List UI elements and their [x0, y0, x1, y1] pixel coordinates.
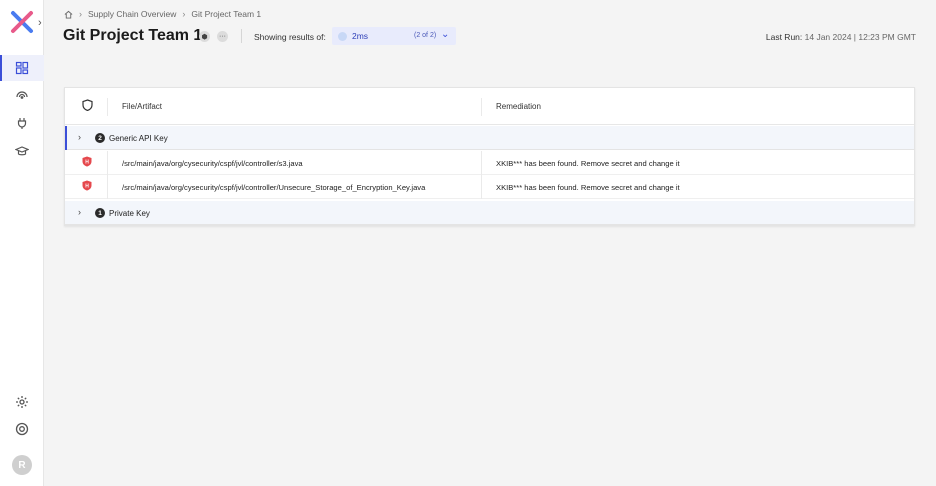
column-divider: [107, 151, 108, 175]
header-divider: [241, 29, 242, 43]
high-severity-icon: H: [82, 156, 92, 167]
column-divider: [481, 151, 482, 175]
sidebar-item-integrations[interactable]: [0, 110, 44, 136]
sidebar-item-dashboard[interactable]: [0, 55, 44, 81]
repo-icon[interactable]: ⬢: [199, 31, 210, 42]
result-selector[interactable]: 2ms (2 of 2) ⌄: [332, 27, 456, 45]
table-header: File/Artifact Remediation: [65, 88, 914, 125]
file-path[interactable]: /src/main/java/org/cysecurity/cspf/jvl/c…: [122, 159, 303, 168]
sidebar-item-signal[interactable]: [0, 82, 44, 108]
column-header-file[interactable]: File/Artifact: [122, 102, 162, 111]
sidebar-item-help[interactable]: [0, 416, 44, 442]
selected-result: 2ms: [352, 31, 369, 41]
sidebar-expand-icon[interactable]: ›: [38, 17, 48, 29]
breadcrumb-separator-icon: ›: [79, 9, 82, 19]
signal-icon: [16, 91, 28, 99]
more-options-icon[interactable]: ···: [217, 31, 228, 42]
file-path[interactable]: /src/main/java/org/cysecurity/cspf/jvl/c…: [122, 183, 425, 192]
svg-text:H: H: [85, 159, 89, 165]
column-header-remediation[interactable]: Remediation: [496, 102, 541, 111]
group-count-badge: 1: [95, 208, 105, 218]
chevron-down-icon: ⌄: [441, 29, 450, 40]
group-name: Generic API Key: [109, 134, 168, 143]
breadcrumb: › Supply Chain Overview › Git Project Te…: [64, 8, 261, 20]
help-icon: [15, 422, 29, 436]
findings-table: File/Artifact Remediation › 2 Generic AP…: [64, 87, 915, 226]
user-avatar[interactable]: R: [12, 455, 32, 475]
column-divider: [481, 175, 482, 199]
home-icon[interactable]: [64, 10, 73, 19]
column-divider: [107, 175, 108, 199]
chevron-right-icon[interactable]: ›: [78, 132, 81, 142]
table-row[interactable]: H /src/main/java/org/cysecurity/cspf/jvl…: [65, 151, 914, 175]
breadcrumb-current: Git Project Team 1: [191, 9, 262, 19]
page-title: Git Project Team 1: [63, 27, 203, 44]
sidebar-item-learning[interactable]: [0, 138, 44, 164]
column-divider: [481, 98, 482, 116]
result-count: (2 of 2): [414, 32, 437, 39]
showing-results-label: Showing results of:: [254, 32, 326, 42]
table-row[interactable]: H /src/main/java/org/cysecurity/cspf/jvl…: [65, 175, 914, 199]
sidebar-item-settings[interactable]: [0, 389, 44, 415]
shield-icon: [82, 99, 93, 111]
chevron-right-icon[interactable]: ›: [78, 207, 81, 217]
breadcrumb-separator-icon: ›: [182, 9, 186, 19]
high-severity-icon: H: [82, 180, 92, 191]
group-row-generic-api-key[interactable]: › 2 Generic API Key: [65, 126, 914, 150]
group-row-private-key[interactable]: › 1 Private Key: [65, 201, 914, 225]
column-divider: [107, 98, 108, 116]
group-name: Private Key: [109, 209, 150, 218]
scanner-icon: [338, 31, 347, 41]
remediation-text: XKIB*** has been found. Remove secret an…: [496, 183, 680, 192]
graduation-cap-icon: [15, 146, 29, 156]
svg-text:H: H: [85, 183, 89, 189]
breadcrumb-supply-chain[interactable]: Supply Chain Overview: [88, 9, 176, 19]
group-count-badge: 2: [95, 133, 105, 143]
sidebar: › R: [0, 0, 44, 486]
last-run-value: 14 Jan 2024 | 12:23 PM GMT: [804, 32, 916, 42]
last-run: Last Run: 14 Jan 2024 | 12:23 PM GMT: [766, 32, 916, 42]
plug-icon: [17, 118, 27, 129]
gear-icon: [16, 396, 28, 408]
app-logo-icon[interactable]: [10, 10, 34, 34]
dashboard-icon: [15, 61, 29, 75]
remediation-text: XKIB*** has been found. Remove secret an…: [496, 159, 680, 168]
last-run-label: Last Run:: [765, 32, 803, 42]
